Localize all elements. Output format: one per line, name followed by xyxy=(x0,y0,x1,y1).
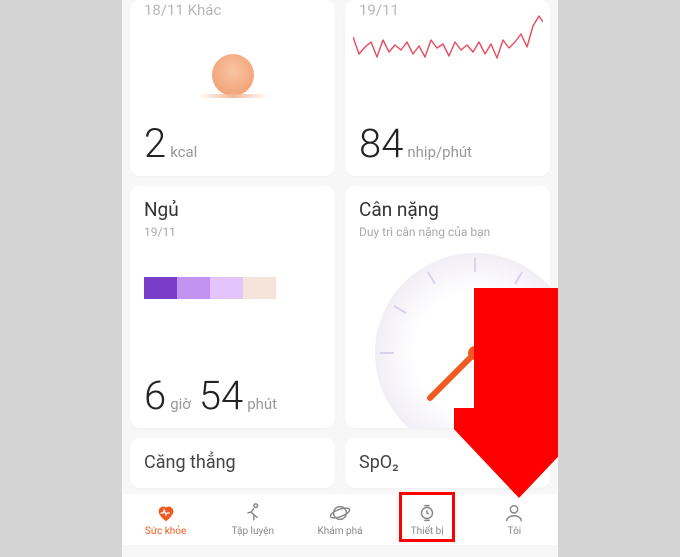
sleep-hours-unit: giờ xyxy=(170,395,191,413)
nav-exercise-label: Tập luyện xyxy=(232,526,274,537)
heart-value: 84 xyxy=(359,124,403,164)
cards-scroll[interactable]: 18/11 Khác 2 kcal 19/11 84 nhịp/phút xyxy=(122,0,558,488)
nav-device[interactable]: Thiết bị xyxy=(384,494,471,545)
sleep-hours: 6 xyxy=(144,376,166,416)
nav-me-label: Tôi xyxy=(508,526,522,537)
sleep-minutes-unit: phút xyxy=(247,395,277,413)
sleep-card[interactable]: Ngủ 19/11 6 giờ 54 phút xyxy=(130,186,335,428)
nav-me[interactable]: Tôi xyxy=(471,494,558,545)
spo2-card[interactable]: SpO₂ xyxy=(345,438,550,488)
nav-device-label: Thiết bị xyxy=(411,526,444,537)
sleep-bars-icon xyxy=(144,277,276,299)
weight-title: Cân nặng xyxy=(359,198,536,221)
calories-unit: kcal xyxy=(170,143,197,161)
app-screen: 18/11 Khác 2 kcal 19/11 84 nhịp/phút xyxy=(122,0,558,557)
nav-health[interactable]: Sức khỏe xyxy=(122,494,209,545)
stress-title: Căng thẳng xyxy=(144,452,321,473)
calories-value: 2 xyxy=(144,124,166,164)
spo2-title: SpO₂ xyxy=(359,452,536,473)
calories-date: 18/11 Khác xyxy=(144,1,221,19)
nav-explore-label: Khám phá xyxy=(317,526,362,537)
heart-icon xyxy=(155,502,177,524)
sleep-minutes: 54 xyxy=(199,376,243,416)
stress-card[interactable]: Căng thẳng xyxy=(130,438,335,488)
heart-unit: nhịp/phút xyxy=(407,143,472,161)
nav-exercise[interactable]: Tập luyện xyxy=(209,494,296,545)
planet-icon xyxy=(329,502,351,524)
sleep-title: Ngủ xyxy=(144,198,321,221)
gauge-icon xyxy=(370,248,550,428)
bottom-nav: Sức khỏe Tập luyện Khám phá Thiết bị xyxy=(122,493,558,545)
sunset-icon xyxy=(198,42,268,92)
watch-icon xyxy=(416,502,438,524)
heart-rate-card[interactable]: 19/11 84 nhịp/phút xyxy=(345,0,550,176)
nav-health-label: Sức khỏe xyxy=(145,526,186,537)
sleep-date: 19/11 xyxy=(144,225,321,239)
calories-card[interactable]: 18/11 Khác 2 kcal xyxy=(130,0,335,176)
heart-sparkline xyxy=(353,12,543,92)
weight-card[interactable]: Cân nặng Duy trì cân nặng của bạn xyxy=(345,186,550,428)
nav-explore[interactable]: Khám phá xyxy=(296,494,383,545)
run-icon xyxy=(242,502,264,524)
weight-subtitle: Duy trì cân nặng của bạn xyxy=(359,225,536,239)
person-icon xyxy=(503,502,525,524)
